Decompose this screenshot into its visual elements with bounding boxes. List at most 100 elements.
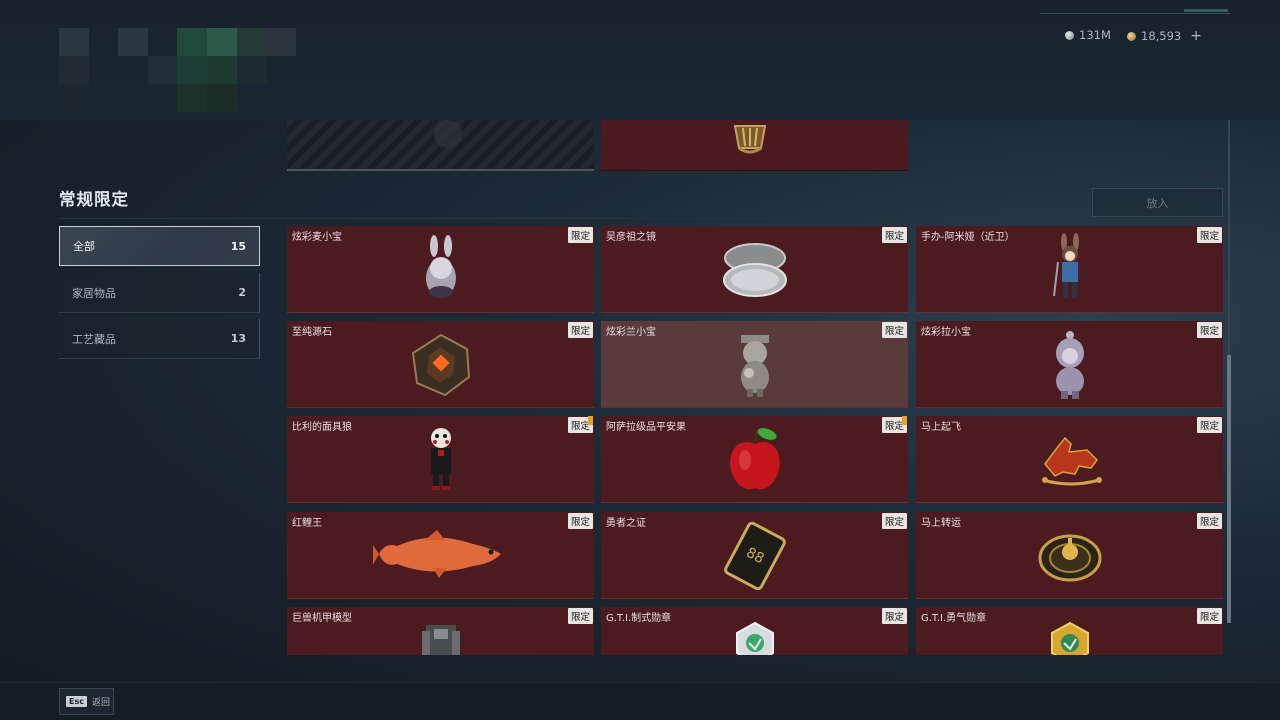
amiya-figurine-icon xyxy=(1052,233,1079,298)
item-name: 马上转运 xyxy=(921,518,961,529)
silver-amount: 131M xyxy=(1079,28,1111,42)
limited-tag: 限定 xyxy=(881,513,907,529)
blurred-region xyxy=(177,56,207,84)
category-count: 2 xyxy=(238,286,246,299)
add-currency-icon[interactable]: + xyxy=(1190,28,1202,44)
item-card[interactable]: 马上起飞 限定 xyxy=(916,416,1223,503)
item-grid: 炫彩麦小宝 限定 吴彦祖之镜 限定 手办-阿米娅（近卫） 限定 至纯源石 限定 … xyxy=(287,226,1227,655)
item-name: 勇者之证 xyxy=(606,518,646,529)
billy-puppet-icon xyxy=(430,428,451,490)
blurred-region xyxy=(207,84,237,112)
item-name: 红鲤王 xyxy=(292,518,322,529)
limited-tag: 限定 xyxy=(881,227,907,243)
item-card[interactable]: 阿萨拉级品平安果 限定 xyxy=(601,416,908,503)
limited-tag: 限定 xyxy=(1196,513,1222,529)
pocket-mirror-icon xyxy=(722,243,787,297)
item-card[interactable]: 马上转运 限定 xyxy=(916,512,1223,599)
limited-tag: 限定 xyxy=(1196,227,1222,243)
apple-icon xyxy=(729,428,780,490)
originium-stone-icon xyxy=(411,333,470,397)
category-home-items[interactable]: 家居物品 2 xyxy=(59,273,260,313)
scrollbar-thumb[interactable] xyxy=(1227,355,1231,623)
silver-medal-icon xyxy=(735,621,774,655)
item-name: G.T.I.制式勋章 xyxy=(606,613,672,624)
blurred-region xyxy=(237,28,267,56)
esc-key-icon: Esc xyxy=(66,696,87,707)
item-name: 吴彦祖之镜 xyxy=(606,232,656,243)
golden-relic-icon xyxy=(733,125,767,154)
item-card-selected[interactable]: 炫彩兰小宝 限定 xyxy=(601,321,908,408)
koi-fish-icon xyxy=(372,530,501,578)
category-label: 家居物品 xyxy=(72,286,116,300)
lan-figurine-icon xyxy=(740,335,769,397)
item-name: 比利的面具狼 xyxy=(292,422,352,433)
item-card[interactable]: 巨兽机甲模型 限定 xyxy=(287,607,594,655)
blurred-region xyxy=(207,56,237,84)
item-card[interactable]: 手办-阿米娅（近卫） 限定 xyxy=(916,226,1223,313)
item-name: 马上起飞 xyxy=(921,422,961,433)
silver-coin-icon xyxy=(1065,30,1074,40)
header-divider xyxy=(59,218,1222,219)
top-bar: 131M 18,593 + xyxy=(0,0,1280,120)
item-card[interactable]: 比利的面具狼 限定 xyxy=(287,416,594,503)
item-name: 手办-阿米娅（近卫） xyxy=(921,232,1015,243)
item-card[interactable]: 炫彩拉小宝 限定 xyxy=(916,321,1223,408)
limited-tag: 限定 xyxy=(567,513,593,529)
item-name: 巨兽机甲模型 xyxy=(292,613,352,624)
new-flag-icon xyxy=(588,416,593,425)
category-count: 13 xyxy=(230,332,246,345)
banner-card-red[interactable] xyxy=(601,120,908,171)
item-name: 至纯源石 xyxy=(292,327,332,338)
brave-card-icon: 88 xyxy=(723,521,786,590)
item-card[interactable]: 炫彩麦小宝 限定 xyxy=(287,226,594,313)
blurred-region xyxy=(207,28,237,56)
limited-tag: 限定 xyxy=(1196,417,1222,433)
gold-currency[interactable]: 18,593 + xyxy=(1127,28,1202,44)
hooded-figurine-icon xyxy=(1055,331,1084,399)
blurred-region xyxy=(266,28,296,56)
blurred-region xyxy=(59,28,89,56)
category-label: 工艺藏品 xyxy=(72,332,116,346)
gold-medal-icon xyxy=(1050,621,1089,655)
back-button[interactable]: Esc 返回 xyxy=(59,688,114,715)
item-card[interactable]: 吴彦祖之镜 限定 xyxy=(601,226,908,313)
limited-tag: 限定 xyxy=(567,322,593,338)
item-card[interactable]: G.T.I.制式勋章 限定 xyxy=(601,607,908,655)
category-count: 15 xyxy=(230,239,246,253)
footer-bar xyxy=(0,682,1280,720)
limited-tag: 限定 xyxy=(881,608,907,624)
mech-model-icon xyxy=(421,625,460,655)
category-label: 全部 xyxy=(73,240,95,253)
blurred-region xyxy=(148,56,178,84)
top-divider xyxy=(1040,13,1230,14)
back-label: 返回 xyxy=(91,698,110,708)
new-flag-icon xyxy=(902,416,907,425)
limited-tag: 限定 xyxy=(1196,322,1222,338)
item-name: G.T.I.勇气勋章 xyxy=(921,613,987,624)
put-in-button[interactable]: 放入 xyxy=(1092,188,1223,217)
limited-tag: 限定 xyxy=(567,227,593,243)
category-crafts[interactable]: 工艺藏品 13 xyxy=(59,319,260,359)
blurred-region xyxy=(237,56,267,84)
item-card[interactable]: 红鲤王 限定 xyxy=(287,512,594,599)
item-name: 炫彩拉小宝 xyxy=(921,327,971,338)
gold-coin-icon xyxy=(1127,31,1136,41)
item-name: 炫彩麦小宝 xyxy=(292,232,342,243)
top-indicator xyxy=(1184,9,1228,12)
limited-tag: 限定 xyxy=(567,608,593,624)
blurred-region xyxy=(177,84,207,112)
category-all[interactable]: 全部 15 xyxy=(59,226,260,266)
blurred-region xyxy=(177,28,207,56)
banner-card-dark[interactable] xyxy=(287,120,594,171)
item-card[interactable]: G.T.I.勇气勋章 限定 xyxy=(916,607,1223,655)
blurred-region xyxy=(118,28,148,56)
blurred-region xyxy=(59,56,89,84)
golden-compass-icon xyxy=(1038,534,1101,582)
item-name: 炫彩兰小宝 xyxy=(606,327,656,338)
red-horse-icon xyxy=(1041,436,1102,486)
gold-amount: 18,593 xyxy=(1141,29,1182,43)
limited-tag: 限定 xyxy=(1196,608,1222,624)
item-card[interactable]: 勇者之证 限定 88 xyxy=(601,512,908,599)
bunny-figurine-icon xyxy=(425,235,456,298)
item-card[interactable]: 至纯源石 限定 xyxy=(287,321,594,408)
